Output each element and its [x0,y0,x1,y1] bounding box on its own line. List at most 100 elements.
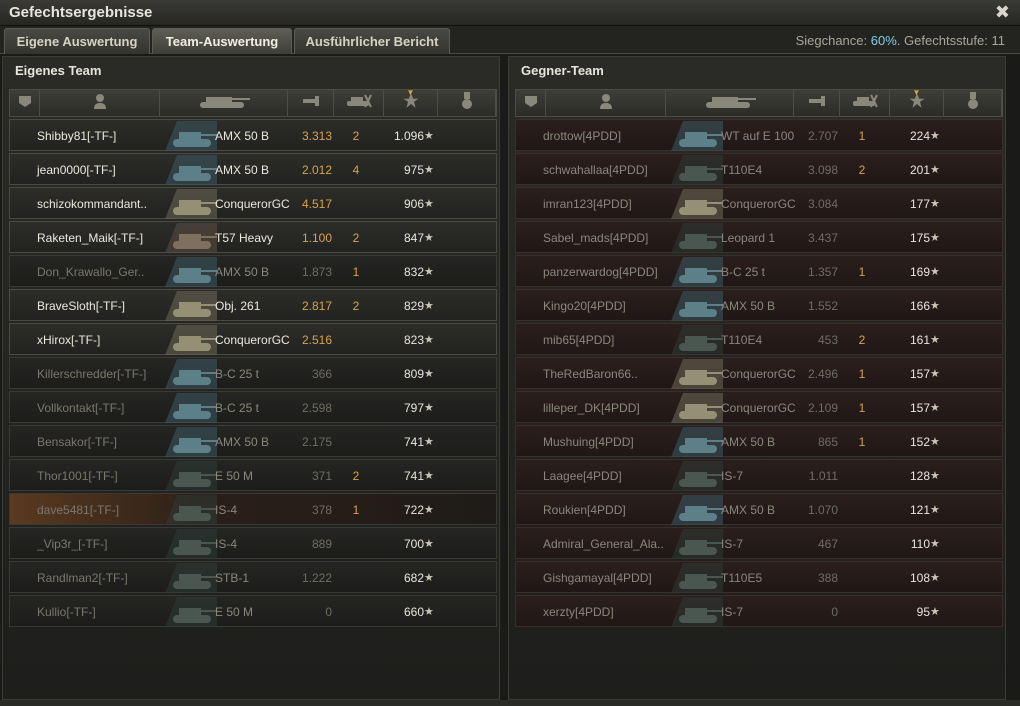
player-row[interactable]: Don_Krawallo_Ger.. AMX 50 B 1.873 1 832 ★ [9,255,497,287]
player-row[interactable]: BraveSloth[-TF-] Obj. 261 2.817 2 829 ★ [9,289,497,321]
player-row[interactable]: Sabel_mads[4PDD] Leopard 1 3.437 175 ★ [515,221,1003,253]
player-row[interactable]: Shibby81[-TF-] AMX 50 B 3.313 2 1.096 ★ [9,119,497,151]
player-name[interactable]: Randlman2[-TF-] [37,571,128,585]
player-name[interactable]: Shibby81[-TF-] [37,129,116,143]
player-name[interactable]: imran123[4PDD] [543,197,632,211]
player-name[interactable]: lilleper_DK[4PDD] [543,401,640,415]
tab-team-evaluation[interactable]: Team-Auswertung [152,28,292,54]
player-name[interactable]: Raketen_Maik[-TF-] [37,231,143,245]
player-name[interactable]: Gishgamayal[4PDD] [543,571,652,585]
player-row[interactable]: jean0000[-TF-] AMX 50 B 2.012 4 975 ★ [9,153,497,185]
player-row[interactable]: TheRedBaron66.. ConquerorGC 2.496 1 157 ★ [515,357,1003,389]
player-name[interactable]: Don_Krawallo_Ger.. [37,265,144,279]
player-name[interactable]: drottow[4PDD] [543,129,621,143]
player-row[interactable]: Raketen_Maik[-TF-] T57 Heavy 1.100 2 847 ★ [9,221,497,253]
player-name[interactable]: panzerwardog[4PDD] [543,265,658,279]
player-name[interactable]: mib65[4PDD] [543,333,614,347]
xp-value: 975 [403,163,424,177]
xp-value: 832 [403,265,424,279]
player-name[interactable]: Vollkontakt[-TF-] [37,401,124,415]
tank-icon [165,291,217,321]
player-name[interactable]: Thor1001[-TF-] [37,469,118,483]
xp-star-icon: ★ [424,606,434,618]
column-medal[interactable] [944,90,1002,116]
column-xp-star[interactable]: ▼ [890,88,944,116]
player-row[interactable]: Randlman2[-TF-] STB-1 1.222 682 ★ [9,561,497,593]
player-row[interactable]: schwahallaa[4PDD] T110E4 3.098 2 201 ★ [515,153,1003,185]
player-name[interactable]: Bensakor[-TF-] [37,435,117,449]
player-name[interactable]: Laagee[4PDD] [543,469,622,483]
player-row[interactable]: _Vip3r_[-TF-] IS-4 889 700 ★ [9,527,497,559]
player-row[interactable]: drottow[4PDD] WT auf E 100 2.707 1 224 ★ [515,119,1003,151]
player-row[interactable]: schizokommandant.. ConquerorGC 4.517 906 ★ [9,187,497,219]
player-name[interactable]: schwahallaa[4PDD] [543,163,648,177]
column-player[interactable] [40,90,160,116]
player-row[interactable]: xerzty[4PDD] IS-7 0 95 ★ [515,595,1003,627]
column-medal[interactable] [438,90,496,116]
player-row[interactable]: Kullio[-TF-] E 50 M 0 660 ★ [9,595,497,627]
column-platoon[interactable] [10,90,40,116]
player-name[interactable]: _Vip3r_[-TF-] [37,537,107,551]
player-row[interactable]: Vollkontakt[-TF-] B-C 25 t 2.598 797 ★ [9,391,497,423]
player-row[interactable]: Admiral_General_Ala.. IS-7 467 110 ★ [515,527,1003,559]
player-name[interactable]: schizokommandant.. [37,197,147,211]
kills-value: 1 [858,367,866,381]
damage-value: 0 [831,605,838,619]
player-row[interactable]: Mushuing[4PDD] AMX 50 B 865 1 152 ★ [515,425,1003,457]
player-name[interactable]: TheRedBaron66.. [543,367,638,381]
player-row[interactable]: Bensakor[-TF-] AMX 50 B 2.175 741 ★ [9,425,497,457]
column-tank[interactable] [160,90,288,116]
player-name[interactable]: jean0000[-TF-] [37,163,116,177]
player-name[interactable]: Admiral_General_Ala.. [543,537,664,551]
column-damage[interactable] [794,90,840,116]
column-tank[interactable] [666,90,794,116]
xp-star-icon: ★ [930,436,940,448]
tank-icon [165,223,217,253]
player-name[interactable]: xHirox[-TF-] [37,333,100,347]
player-row[interactable]: Kingo20[4PDD] AMX 50 B 1.552 166 ★ [515,289,1003,321]
player-name[interactable]: Kingo20[4PDD] [543,299,626,313]
player-row[interactable]: Roukien[4PDD] AMX 50 B 1.070 121 ★ [515,493,1003,525]
column-damage[interactable] [288,90,334,116]
xp-value: 1.096 [393,129,424,143]
player-row[interactable]: Thor1001[-TF-] E 50 M 371 2 741 ★ [9,459,497,491]
tab-detailed-report[interactable]: Ausführlicher Bericht [294,28,450,54]
player-name[interactable]: xerzty[4PDD] [543,605,614,619]
close-icon[interactable]: ✖ [995,2,1010,23]
column-kills[interactable] [840,90,890,116]
player-name[interactable]: Kullio[-TF-] [37,605,96,619]
column-kills[interactable] [334,90,384,116]
xp-value: 700 [403,537,424,551]
player-row[interactable]: xHirox[-TF-] ConquerorGC 2.516 823 ★ [9,323,497,355]
player-name[interactable]: Killerschredder[-TF-] [37,367,146,381]
player-name[interactable]: Roukien[4PDD] [543,503,626,517]
xp-star-icon: ★ [424,198,434,210]
tank-icon [671,291,723,321]
player-name[interactable]: dave5481[-TF-] [37,503,119,517]
tank-icon [165,189,217,219]
tank-icon [165,121,217,151]
tab-own-evaluation[interactable]: Eigene Auswertung [4,28,150,54]
player-row[interactable]: Gishgamayal[4PDD] T110E5 388 108 ★ [515,561,1003,593]
column-player[interactable] [546,90,666,116]
column-platoon[interactable] [516,90,546,116]
column-xp-star[interactable]: ▼ [384,88,438,116]
player-row[interactable]: mib65[4PDD] T110E4 453 2 161 ★ [515,323,1003,355]
player-row[interactable]: Killerschredder[-TF-] B-C 25 t 366 809 ★ [9,357,497,389]
player-name[interactable]: Mushuing[4PDD] [543,435,634,449]
tab-bar: Eigene Auswertung Team-Auswertung Ausfüh… [0,26,1020,54]
tank-name: AMX 50 B [721,503,776,517]
xp-value: 797 [403,401,424,415]
player-name[interactable]: BraveSloth[-TF-] [37,299,125,313]
damage-value: 2.817 [301,299,332,313]
xp-value: 152 [909,435,930,449]
player-row[interactable]: imran123[4PDD] ConquerorGC 3.084 177 ★ [515,187,1003,219]
tank-icon [165,393,217,423]
player-row[interactable]: panzerwardog[4PDD] B-C 25 t 1.357 1 169 ★ [515,255,1003,287]
xp-value: 201 [909,163,930,177]
player-row[interactable]: lilleper_DK[4PDD] ConquerorGC 2.109 1 157 ★ [515,391,1003,423]
player-name[interactable]: Sabel_mads[4PDD] [543,231,648,245]
player-row[interactable]: Laagee[4PDD] IS-7 1.011 128 ★ [515,459,1003,491]
player-row[interactable]: dave5481[-TF-] IS-4 378 1 722 ★ [9,493,497,525]
xp-value: 157 [909,401,930,415]
